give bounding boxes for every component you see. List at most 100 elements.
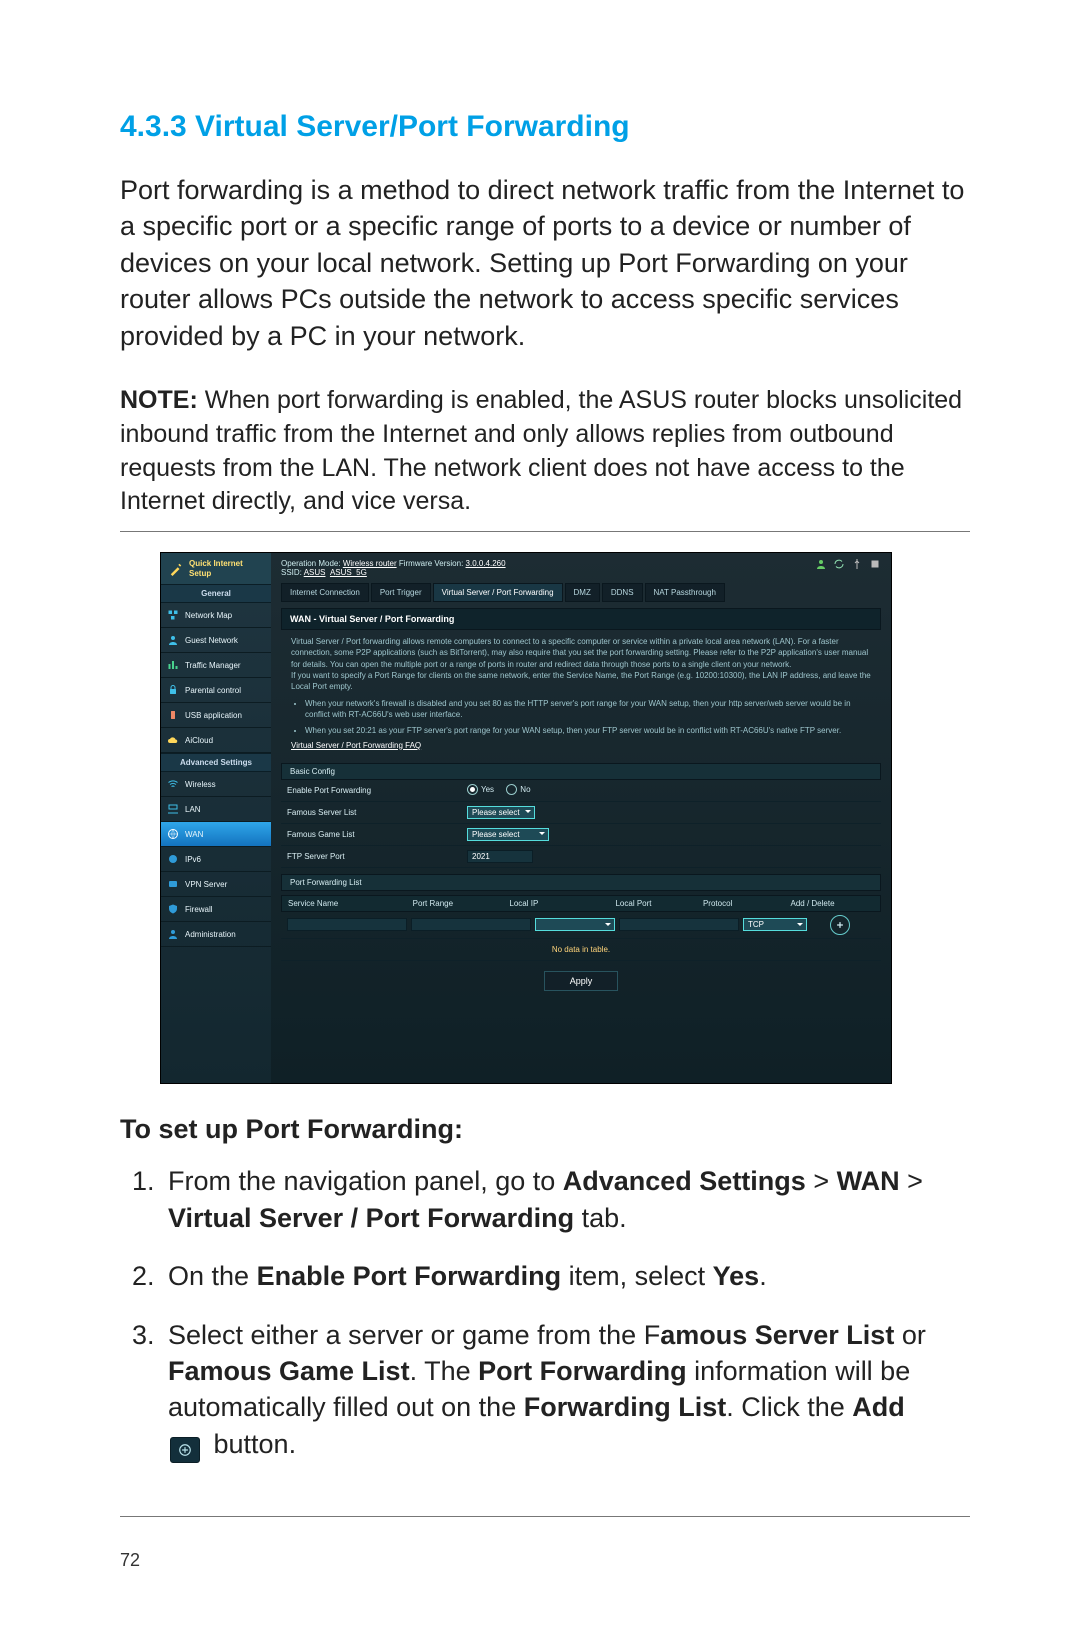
- step-text: . Click the: [726, 1392, 852, 1422]
- traffic-icon: [167, 659, 179, 671]
- row-famous-game-list: Famous Game List Please select: [281, 824, 881, 846]
- col-protocol: Protocol: [703, 899, 787, 908]
- input-port-range[interactable]: [411, 918, 531, 931]
- step-bold: Yes: [713, 1261, 760, 1291]
- network-map-icon: [167, 609, 179, 621]
- router-topbar: Operation Mode: Wireless router Firmware…: [281, 559, 881, 577]
- input-service-name[interactable]: [287, 918, 407, 931]
- step-1: From the navigation panel, go to Advance…: [162, 1163, 970, 1236]
- ftp-port-input[interactable]: [467, 850, 533, 863]
- nav-traffic-manager[interactable]: Traffic Manager: [161, 653, 271, 678]
- wireless-icon: [167, 778, 179, 790]
- note-label: NOTE:: [120, 386, 198, 414]
- add-icon-inline: [170, 1437, 200, 1463]
- select-local-ip[interactable]: [535, 918, 615, 931]
- nav-label: Parental control: [185, 686, 241, 695]
- select-protocol[interactable]: TCP: [743, 918, 807, 931]
- step-bold: amous Server List: [660, 1320, 894, 1350]
- user-status-icon[interactable]: [815, 558, 827, 570]
- fw-label: Firmware Version:: [399, 559, 466, 568]
- wand-icon: [169, 562, 183, 576]
- ssid-1[interactable]: ASUS: [304, 568, 326, 577]
- tab-virtual-server[interactable]: Virtual Server / Port Forwarding: [433, 583, 563, 602]
- nav-lan[interactable]: LAN: [161, 797, 271, 822]
- nav-administration[interactable]: Administration: [161, 922, 271, 947]
- col-local-port: Local Port: [615, 899, 699, 908]
- nav-wireless[interactable]: Wireless: [161, 772, 271, 797]
- radio-no[interactable]: No: [506, 784, 530, 795]
- qis-label: Quick Internet Setup: [189, 559, 263, 578]
- col-port-range: Port Range: [413, 899, 506, 908]
- famous-game-label: Famous Game List: [287, 830, 467, 839]
- famous-server-select[interactable]: Please select: [467, 806, 535, 819]
- pf-list-head: Port Forwarding List: [281, 874, 881, 891]
- ssid-2[interactable]: ASUS_5G: [330, 568, 367, 577]
- nav-label: Wireless: [185, 780, 216, 789]
- nav-label: Traffic Manager: [185, 661, 241, 670]
- usb-status-icon[interactable]: [851, 558, 863, 570]
- tab-ddns[interactable]: DDNS: [602, 583, 643, 602]
- step-bold: Forwarding List: [524, 1392, 727, 1422]
- nav-head-general: General: [161, 584, 271, 603]
- refresh-icon[interactable]: [833, 558, 845, 570]
- disk-status-icon[interactable]: [869, 558, 881, 570]
- tab-dmz[interactable]: DMZ: [565, 583, 600, 602]
- step-text: . The: [410, 1356, 479, 1386]
- nav-vpn-server[interactable]: VPN Server: [161, 872, 271, 897]
- vpn-icon: [167, 878, 179, 890]
- nav-label: IPv6: [185, 855, 201, 864]
- nav-aicloud[interactable]: AiCloud: [161, 728, 271, 753]
- nav-ipv6[interactable]: IPv6: [161, 847, 271, 872]
- famous-game-select[interactable]: Please select: [467, 828, 549, 841]
- step-bold: Famous Game List: [168, 1356, 410, 1386]
- nav-label: Network Map: [185, 611, 232, 620]
- apply-button[interactable]: Apply: [544, 971, 618, 991]
- step-bold: Virtual Server / Port Forwarding: [168, 1203, 574, 1233]
- op-mode-link[interactable]: Wireless router: [343, 559, 397, 568]
- radio-yes-label: Yes: [481, 785, 494, 794]
- nav-label: Administration: [185, 930, 236, 939]
- usb-icon: [167, 709, 179, 721]
- nav-label: USB application: [185, 711, 242, 720]
- step-text: >: [806, 1166, 837, 1196]
- fw-link[interactable]: 3.0.0.4.260: [466, 559, 506, 568]
- step-text: Select either a server or game from the …: [168, 1320, 660, 1350]
- enable-pf-label: Enable Port Forwarding: [287, 786, 467, 795]
- nav-network-map[interactable]: Network Map: [161, 603, 271, 628]
- guest-icon: [167, 634, 179, 646]
- tab-port-trigger[interactable]: Port Trigger: [371, 583, 431, 602]
- nav-parental-control[interactable]: Parental control: [161, 678, 271, 703]
- page: 4.3.3 Virtual Server/Port Forwarding Por…: [0, 0, 1080, 1627]
- tab-internet-connection[interactable]: Internet Connection: [281, 583, 369, 602]
- add-row-button[interactable]: [830, 915, 850, 935]
- nav-wan[interactable]: WAN: [161, 822, 271, 847]
- nav-firewall[interactable]: Firewall: [161, 897, 271, 922]
- wan-description: Virtual Server / Port forwarding allows …: [281, 630, 881, 757]
- col-add-delete: Add / Delete: [790, 899, 874, 908]
- nav-label: Guest Network: [185, 636, 238, 645]
- nav-label: AiCloud: [185, 736, 213, 745]
- radio-no-label: No: [520, 785, 530, 794]
- nav-head-advanced: Advanced Settings: [161, 753, 271, 772]
- router-sidebar: Quick Internet Setup General Network Map…: [161, 553, 271, 1083]
- desc-bullet-2: When you set 20:21 as your FTP server's …: [305, 725, 871, 736]
- radio-yes[interactable]: Yes: [467, 784, 494, 795]
- tab-nat-passthrough[interactable]: NAT Passthrough: [645, 583, 725, 602]
- faq-link[interactable]: Virtual Server / Port Forwarding FAQ: [291, 740, 871, 751]
- op-mode-label: Operation Mode:: [281, 559, 343, 568]
- lock-icon: [167, 684, 179, 696]
- quick-internet-setup[interactable]: Quick Internet Setup: [161, 553, 271, 584]
- nav-usb-application[interactable]: USB application: [161, 703, 271, 728]
- input-local-port[interactable]: [619, 918, 739, 931]
- globe-icon: [167, 828, 179, 840]
- note-paragraph: NOTE: When port forwarding is enabled, t…: [120, 384, 970, 519]
- router-content: Operation Mode: Wireless router Firmware…: [271, 553, 891, 1083]
- nav-guest-network[interactable]: Guest Network: [161, 628, 271, 653]
- nav-label: VPN Server: [185, 880, 227, 889]
- step-text: >: [900, 1166, 923, 1196]
- step-bold: Port Forwarding: [478, 1356, 687, 1386]
- famous-server-label: Famous Server List: [287, 808, 467, 817]
- plus-icon: [835, 920, 845, 930]
- nav-label: LAN: [185, 805, 201, 814]
- page-number: 72: [120, 1550, 140, 1571]
